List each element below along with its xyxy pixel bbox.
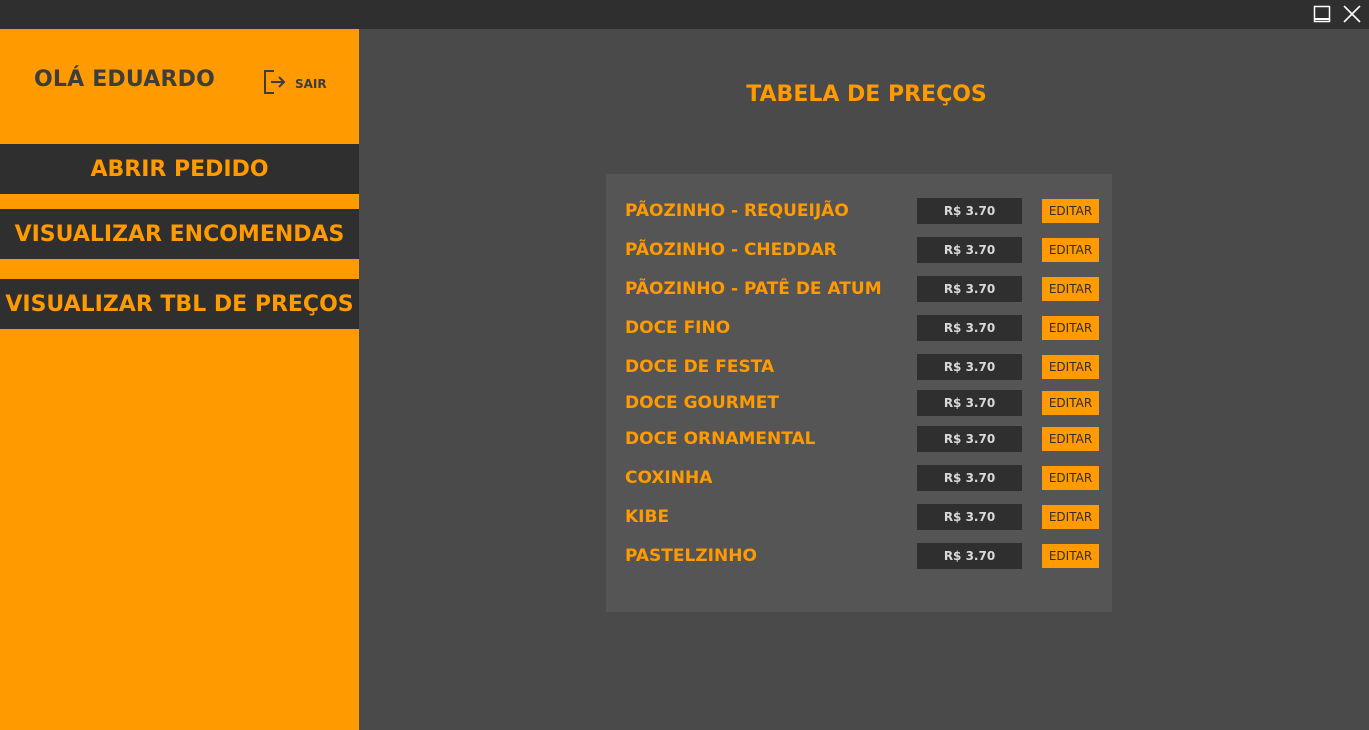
item-name: DOCE GOURMET [625, 393, 779, 413]
item-price: R$ 3.70 [917, 198, 1022, 224]
edit-button[interactable]: EDITAR [1042, 277, 1099, 301]
price-row: PÃOZINHO - PATÊ DE ATUM R$ 3.70 EDITAR [606, 276, 1112, 302]
item-price: R$ 3.70 [917, 390, 1022, 416]
edit-button[interactable]: EDITAR [1042, 505, 1099, 529]
item-price: R$ 3.70 [917, 504, 1022, 530]
sidebar: OLÁ EDUARDO SAIR ABRIR PEDIDO VISUALIZAR… [0, 29, 359, 730]
edit-button[interactable]: EDITAR [1042, 466, 1099, 490]
edit-button[interactable]: EDITAR [1042, 544, 1099, 568]
nav-view-orders-button[interactable]: VISUALIZAR ENCOMENDAS [0, 209, 359, 259]
item-price: R$ 3.70 [917, 543, 1022, 569]
price-row: COXINHA R$ 3.70 EDITAR [606, 465, 1112, 491]
price-row: DOCE FINO R$ 3.70 EDITAR [606, 315, 1112, 341]
price-row: PASTELZINHO R$ 3.70 EDITAR [606, 543, 1112, 569]
logout-label: SAIR [295, 77, 327, 91]
item-name: DOCE ORNAMENTAL [625, 429, 816, 449]
page-title: TABELA DE PREÇOS [746, 82, 987, 107]
user-greeting: OLÁ EDUARDO [34, 67, 216, 92]
title-bar [0, 0, 1369, 29]
price-table: PÃOZINHO - REQUEIJÃO R$ 3.70 EDITAR PÃOZ… [606, 174, 1112, 612]
edit-button[interactable]: EDITAR [1042, 316, 1099, 340]
edit-button[interactable]: EDITAR [1042, 355, 1099, 379]
price-row: DOCE DE FESTA R$ 3.70 EDITAR [606, 354, 1112, 380]
edit-button[interactable]: EDITAR [1042, 199, 1099, 223]
price-row: DOCE GOURMET R$ 3.70 EDITAR [606, 390, 1112, 416]
item-name: PÃOZINHO - CHEDDAR [625, 240, 837, 260]
price-row: PÃOZINHO - REQUEIJÃO R$ 3.70 EDITAR [606, 198, 1112, 224]
close-icon[interactable] [1341, 3, 1363, 25]
item-price: R$ 3.70 [917, 315, 1022, 341]
item-name: PASTELZINHO [625, 546, 757, 566]
item-name: PÃOZINHO - PATÊ DE ATUM [625, 279, 882, 299]
item-name: DOCE FINO [625, 318, 731, 338]
minimize-icon[interactable] [1311, 3, 1333, 25]
edit-button[interactable]: EDITAR [1042, 391, 1099, 415]
nav-view-price-table-button[interactable]: VISUALIZAR TBL DE PREÇOS [0, 279, 359, 329]
edit-button[interactable]: EDITAR [1042, 427, 1099, 451]
logout-button[interactable]: SAIR [263, 69, 327, 99]
item-name: PÃOZINHO - REQUEIJÃO [625, 201, 849, 221]
item-name: KIBE [625, 507, 670, 527]
item-price: R$ 3.70 [917, 354, 1022, 380]
item-price: R$ 3.70 [917, 426, 1022, 452]
nav-open-order-button[interactable]: ABRIR PEDIDO [0, 144, 359, 194]
price-row: DOCE ORNAMENTAL R$ 3.70 EDITAR [606, 426, 1112, 452]
logout-icon [263, 69, 287, 99]
price-row: KIBE R$ 3.70 EDITAR [606, 504, 1112, 530]
edit-button[interactable]: EDITAR [1042, 238, 1099, 262]
item-price: R$ 3.70 [917, 276, 1022, 302]
item-price: R$ 3.70 [917, 465, 1022, 491]
price-row: PÃOZINHO - CHEDDAR R$ 3.70 EDITAR [606, 237, 1112, 263]
item-price: R$ 3.70 [917, 237, 1022, 263]
item-name: COXINHA [625, 468, 713, 488]
item-name: DOCE DE FESTA [625, 357, 775, 377]
